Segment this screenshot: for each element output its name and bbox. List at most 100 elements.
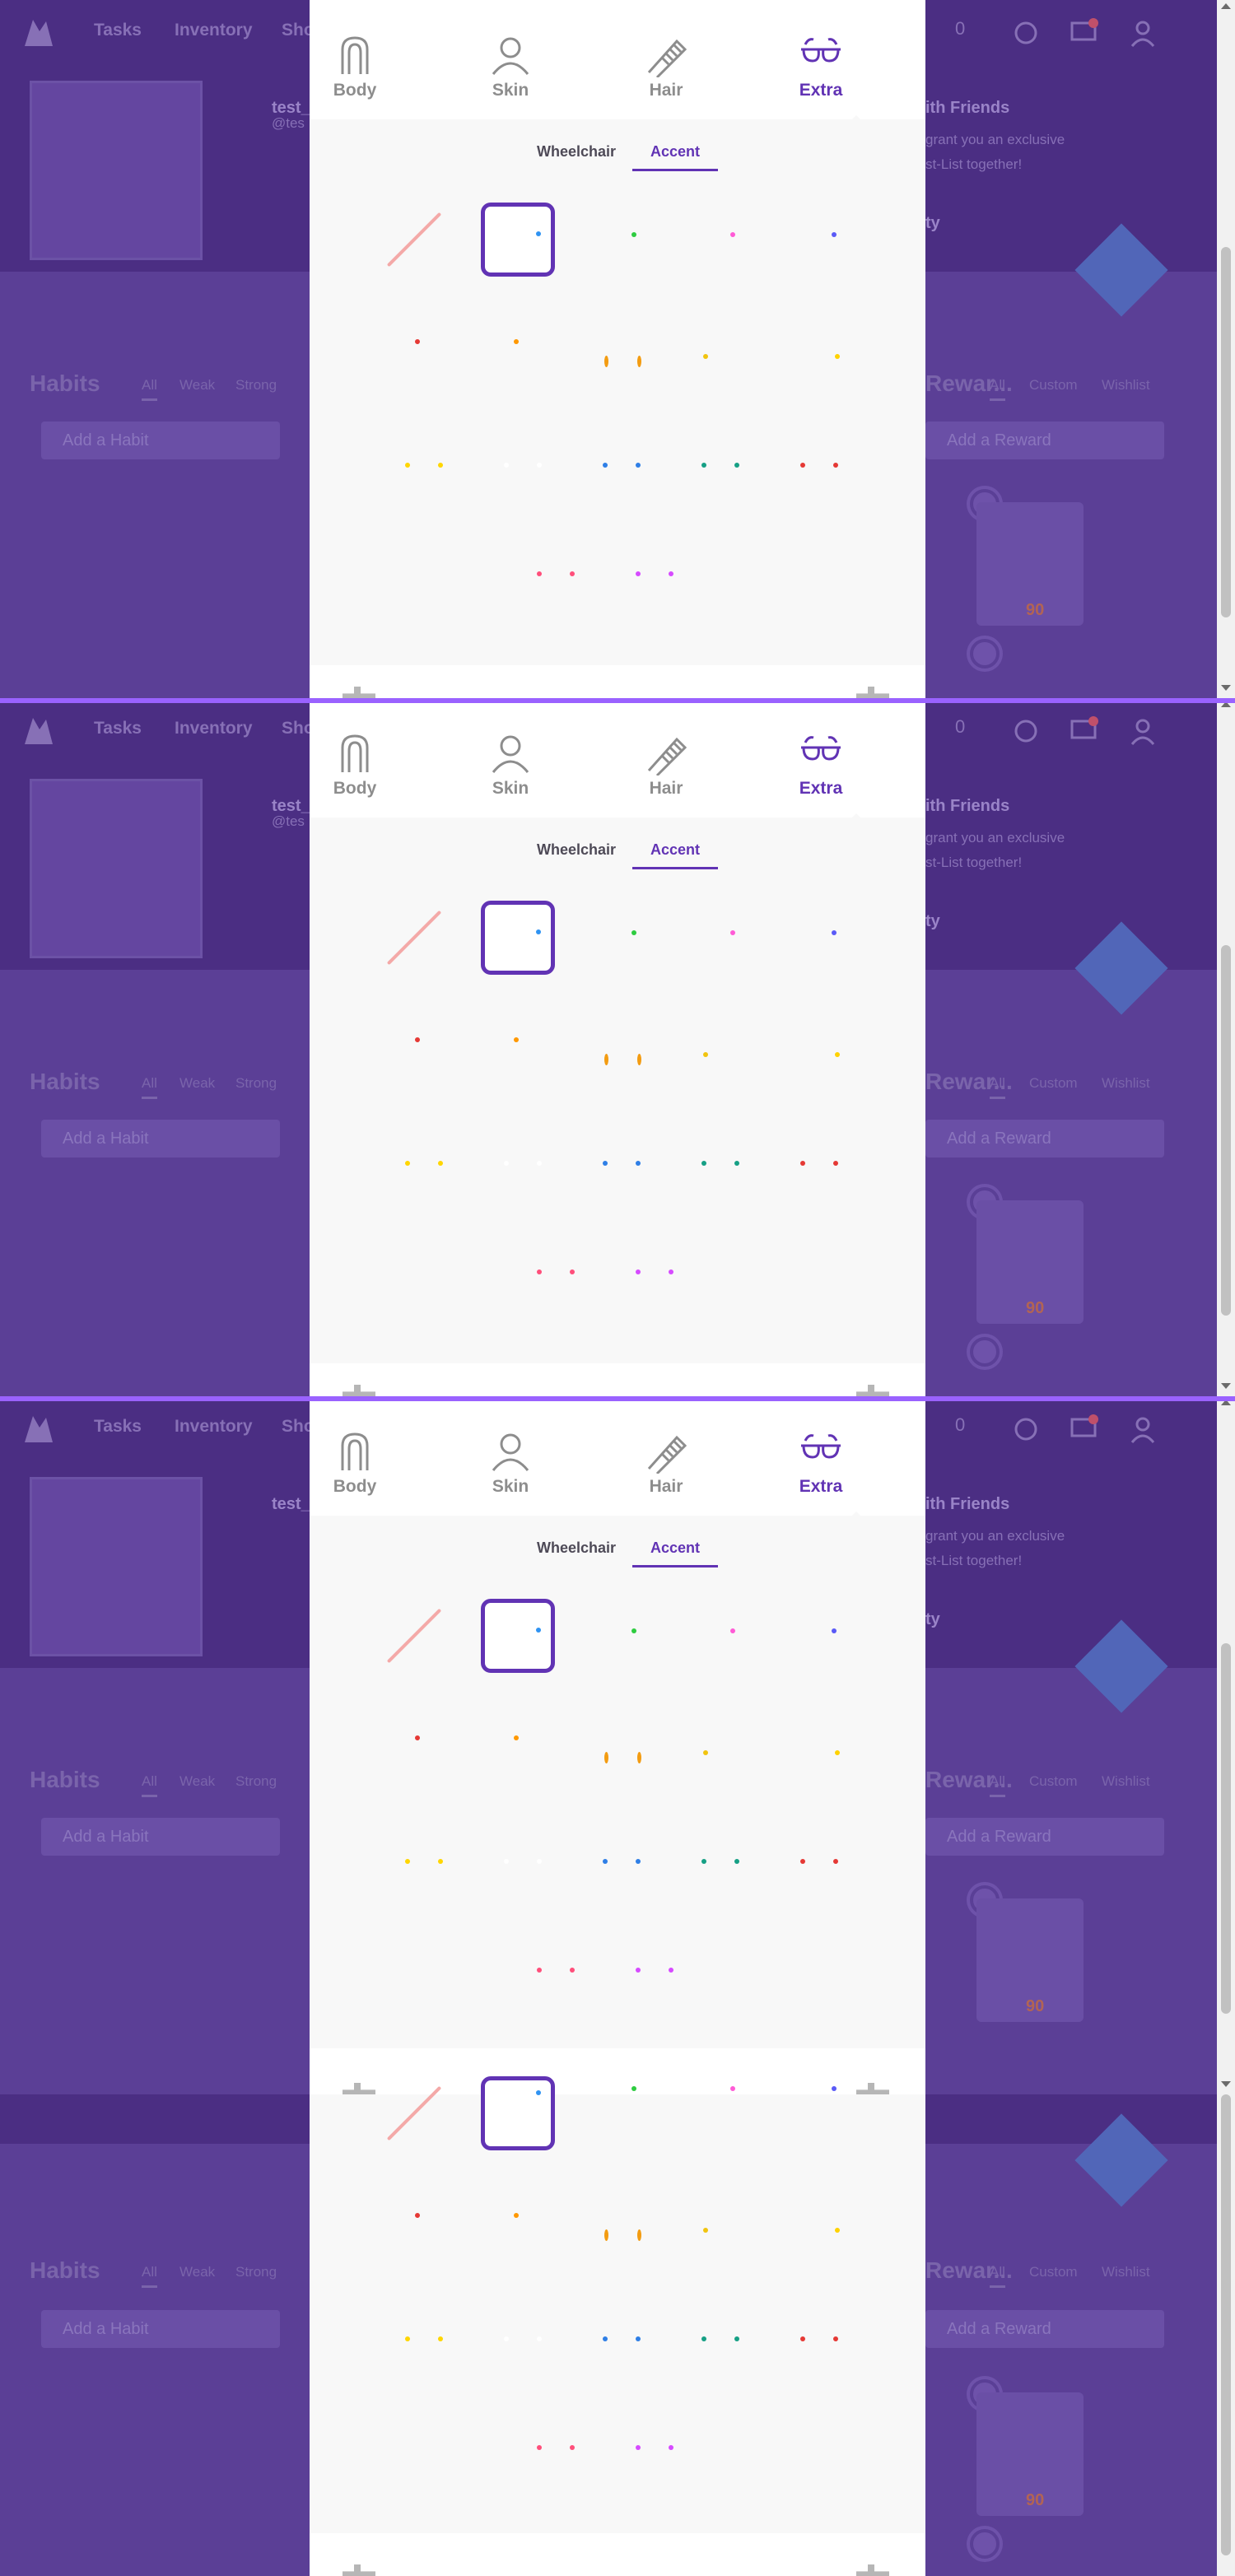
nav-inventory[interactable]: Inventory	[175, 21, 253, 40]
scroll-thumb[interactable]	[1221, 1643, 1231, 2014]
category-hair[interactable]: Hair	[621, 731, 711, 799]
add-habit-input[interactable]: Add a Habit	[41, 2310, 280, 2348]
accent-option-orange[interactable]	[487, 2187, 562, 2261]
add-reward-input[interactable]: Add a Reward	[925, 1818, 1164, 1856]
accent-option-teal-pair[interactable]	[685, 2299, 759, 2373]
rewards-filter-custom[interactable]: Custom	[1029, 2264, 1078, 2280]
category-body[interactable]: Body	[310, 33, 400, 100]
add-reward-input[interactable]: Add a Reward	[925, 2310, 1164, 2348]
accent-option-gold[interactable]	[784, 1709, 858, 1783]
accent-option-blue-pair[interactable]	[586, 1821, 660, 1895]
accent-option-white-pair[interactable]	[487, 1123, 562, 1197]
category-skin[interactable]: Skin	[465, 1429, 556, 1497]
accent-option-orange[interactable]	[487, 1011, 562, 1085]
footer-left-icon[interactable]	[343, 2083, 375, 2094]
category-extra[interactable]: Extra	[776, 1429, 866, 1497]
habits-filter-weak[interactable]: Weak	[179, 377, 215, 394]
accent-option-white-pair[interactable]	[487, 425, 562, 499]
category-skin[interactable]: Skin	[465, 731, 556, 799]
habits-filter-weak[interactable]: Weak	[179, 1075, 215, 1092]
accent-option-blue-pair[interactable]	[586, 425, 660, 499]
accent-option-blue-pair[interactable]	[586, 1123, 660, 1197]
accent-option-rose-pair[interactable]	[520, 533, 594, 608]
footer-right-icon[interactable]	[856, 1385, 889, 1396]
scroll-down-arrow[interactable]	[1221, 1383, 1231, 1389]
subtab-wheelchair[interactable]: Wheelchair	[537, 841, 616, 867]
messages-icon[interactable]	[1069, 1414, 1098, 1444]
accent-option-yellow[interactable]	[685, 2187, 759, 2261]
scroll-down-arrow[interactable]	[1221, 2081, 1231, 2087]
accent-option-purple[interactable]	[789, 203, 863, 277]
accent-option-flame[interactable]	[586, 1011, 660, 1085]
page-scrollbar-continued[interactable]	[1217, 2094, 1235, 2576]
footer-left-icon[interactable]	[343, 687, 375, 698]
user-icon[interactable]	[1128, 18, 1158, 48]
rewards-filter-wishlist[interactable]: Wishlist	[1102, 1773, 1150, 1790]
rewards-filter-custom[interactable]: Custom	[1029, 1075, 1078, 1092]
accent-option-teal-pair[interactable]	[685, 1821, 759, 1895]
category-hair[interactable]: Hair	[621, 33, 711, 100]
rewards-filter-wishlist[interactable]: Wishlist	[1102, 377, 1150, 394]
avatar[interactable]	[30, 1477, 203, 1656]
scroll-down-arrow[interactable]	[1221, 685, 1231, 691]
habits-filter-all[interactable]: All	[142, 2264, 157, 2288]
rewards-filter-custom[interactable]: Custom	[1029, 1773, 1078, 1790]
scroll-thumb[interactable]	[1221, 945, 1231, 1316]
page-scrollbar[interactable]	[1217, 0, 1235, 698]
category-extra[interactable]: Extra	[776, 731, 866, 799]
category-body[interactable]: Body	[310, 1429, 400, 1497]
footer-left-icon[interactable]	[343, 1385, 375, 1396]
accent-option-pink[interactable]	[690, 1599, 764, 1673]
add-reward-input[interactable]: Add a Reward	[925, 1120, 1164, 1158]
accent-option-teal-pair[interactable]	[685, 1123, 759, 1197]
user-icon[interactable]	[1128, 716, 1158, 746]
accent-option-none[interactable]	[377, 901, 451, 975]
accent-option-red-pair[interactable]	[784, 2299, 858, 2373]
messages-icon[interactable]	[1069, 18, 1098, 48]
accent-option-pink[interactable]	[690, 901, 764, 975]
accent-option-yellow-pair[interactable]	[389, 425, 463, 499]
rewards-filter-wishlist[interactable]: Wishlist	[1102, 2264, 1150, 2280]
accent-option-purple[interactable]	[789, 2076, 863, 2150]
accent-option-orange[interactable]	[487, 1709, 562, 1783]
accent-option-white-pair[interactable]	[487, 1821, 562, 1895]
avatar[interactable]	[30, 779, 203, 958]
accent-option-yellow[interactable]	[685, 1709, 759, 1783]
accent-option-blue[interactable]	[481, 1599, 555, 1673]
accent-option-yellow-pair[interactable]	[389, 2299, 463, 2373]
scroll-up-arrow[interactable]	[1221, 3, 1231, 9]
accent-option-magenta-pair[interactable]	[619, 1930, 693, 2004]
habits-filter-weak[interactable]: Weak	[179, 2264, 215, 2280]
accent-option-yellow-pair[interactable]	[389, 1821, 463, 1895]
accent-option-blue[interactable]	[481, 203, 555, 277]
accent-option-red[interactable]	[389, 313, 463, 387]
accent-option-pink[interactable]	[690, 203, 764, 277]
category-hair[interactable]: Hair	[621, 1429, 711, 1497]
accent-option-green[interactable]	[591, 203, 665, 277]
add-reward-input[interactable]: Add a Reward	[925, 422, 1164, 459]
habits-filter-all[interactable]: All	[142, 1773, 157, 1797]
add-habit-input[interactable]: Add a Habit	[41, 1120, 280, 1158]
accent-option-magenta-pair[interactable]	[619, 1232, 693, 1306]
nav-tasks[interactable]: Tasks	[94, 719, 142, 738]
accent-option-blue-pair[interactable]	[586, 2299, 660, 2373]
party-link[interactable]: ty	[925, 1610, 940, 1629]
messages-icon[interactable]	[1069, 716, 1098, 746]
accent-option-green[interactable]	[591, 2076, 665, 2150]
add-habit-input[interactable]: Add a Habit	[41, 422, 280, 459]
accent-option-flame[interactable]	[586, 2187, 660, 2261]
accent-option-green[interactable]	[591, 901, 665, 975]
page-scrollbar[interactable]	[1217, 698, 1235, 1396]
accent-option-pink[interactable]	[690, 2076, 764, 2150]
subtab-accent[interactable]: Accent	[632, 143, 718, 171]
accent-option-purple[interactable]	[789, 1599, 863, 1673]
habits-filter-weak[interactable]: Weak	[179, 1773, 215, 1790]
sync-icon[interactable]	[1011, 18, 1041, 48]
accent-option-red-pair[interactable]	[784, 1821, 858, 1895]
user-icon[interactable]	[1128, 1414, 1158, 1444]
accent-option-gold[interactable]	[784, 313, 858, 387]
rewards-filter-all[interactable]: All	[990, 2264, 1005, 2288]
accent-option-red[interactable]	[389, 1709, 463, 1783]
nav-inventory[interactable]: Inventory	[175, 719, 253, 738]
accent-option-rose-pair[interactable]	[520, 1930, 594, 2004]
